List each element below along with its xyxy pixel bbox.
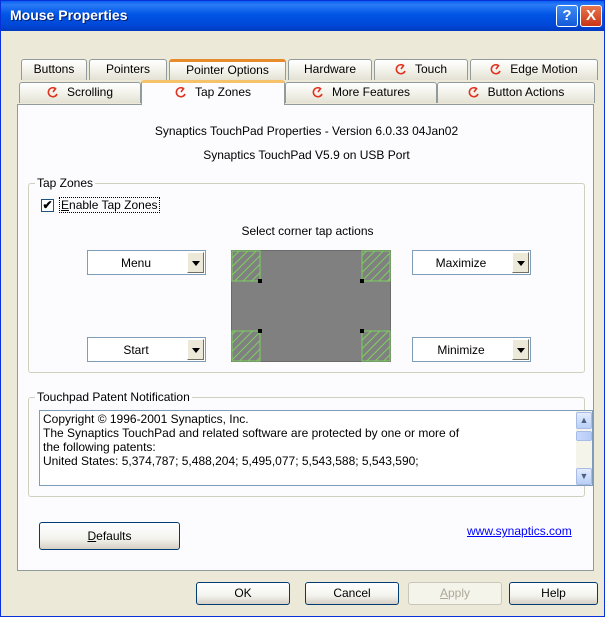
bottom-right-action-select[interactable]: Minimize <box>412 337 531 362</box>
tab-scrolling[interactable]: Scrolling <box>19 82 141 103</box>
dropdown-arrow-icon[interactable] <box>187 339 204 360</box>
synaptics-icon <box>395 63 406 75</box>
zone-handle-tl <box>258 279 262 283</box>
top-left-action-select[interactable]: Menu <box>87 250 206 275</box>
patent-line: The Synaptics TouchPad and related softw… <box>43 426 460 440</box>
patent-scrollbar[interactable]: ▲ ▼ <box>576 410 593 486</box>
apply-mnemonic: A <box>439 586 448 600</box>
synaptics-icon <box>312 86 323 98</box>
bottom-left-action-value: Start <box>123 343 149 357</box>
scroll-up-icon[interactable]: ▲ <box>576 412 592 429</box>
tab-pointer-options[interactable]: Pointer Options <box>169 59 286 80</box>
tab-buttons[interactable]: Buttons <box>21 59 87 80</box>
tab-buttons-label: Buttons <box>33 62 75 76</box>
tab-pointers[interactable]: Pointers <box>89 59 167 80</box>
apply-button[interactable]: Apply <box>408 582 502 605</box>
synaptics-icon <box>468 86 479 98</box>
ok-button[interactable]: OK <box>196 582 290 605</box>
enable-tap-zones-label[interactable]: Enable Tap Zones <box>59 197 160 213</box>
patent-group-label: Touchpad Patent Notification <box>35 390 192 404</box>
enable-label-rest: nable Tap Zones <box>69 198 158 212</box>
tab-edge-motion-label: Edge Motion <box>510 62 578 76</box>
tap-zones-panel: Synaptics TouchPad Properties - Version … <box>17 104 594 571</box>
title-bar[interactable]: Mouse Properties ? X <box>1 1 604 31</box>
bottom-right-zone <box>361 330 391 362</box>
patent-text-box[interactable]: Copyright © 1996-2001 Synaptics, Inc. Th… <box>39 410 577 486</box>
top-left-zone <box>231 250 261 282</box>
top-right-action-select[interactable]: Maximize <box>412 250 531 275</box>
top-right-action-value: Maximize <box>435 256 487 270</box>
tab-tap-zones[interactable]: Tap Zones <box>141 80 285 105</box>
apply-label-rest: pply <box>448 586 471 600</box>
patent-line: the following patents: <box>43 440 156 454</box>
window-title: Mouse Properties <box>10 7 128 23</box>
tab-pointer-options-label: Pointer Options <box>186 63 269 77</box>
enable-mnemonic: E <box>61 198 70 212</box>
patent-group: Touchpad Patent Notification Copyright ©… <box>28 390 593 497</box>
tab-button-actions[interactable]: Button Actions <box>437 82 595 103</box>
defaults-mnemonic: D <box>87 529 97 543</box>
tab-scrolling-label: Scrolling <box>66 85 114 99</box>
help-button[interactable]: ? <box>556 5 578 27</box>
synaptics-icon <box>47 86 58 98</box>
top-left-action-value: Menu <box>120 256 152 270</box>
dropdown-arrow-icon[interactable] <box>187 252 204 273</box>
dropdown-arrow-icon[interactable] <box>512 339 529 360</box>
bottom-left-action-select[interactable]: Start <box>87 337 206 362</box>
mouse-properties-window: Mouse Properties ? X Buttons Pointers Po… <box>0 0 605 617</box>
port-text: Synaptics TouchPad V5.9 on USB Port <box>203 148 410 162</box>
tab-touch[interactable]: Touch <box>374 59 468 80</box>
zone-handle-br <box>360 329 364 333</box>
scroll-thumb[interactable] <box>576 431 592 441</box>
enable-tap-zones-checkbox[interactable]: ✔ <box>41 199 54 212</box>
defaults-button[interactable]: Defaults <box>39 522 180 550</box>
select-corner-label: Select corner tap actions <box>241 224 374 238</box>
synaptics-icon <box>175 86 186 98</box>
tab-edge-motion[interactable]: Edge Motion <box>470 59 598 80</box>
tab-touch-label: Touch <box>414 62 448 76</box>
tab-more-features-label: More Features <box>331 85 411 99</box>
tab-pointers-label: Pointers <box>105 62 151 76</box>
zone-handle-tr <box>360 279 364 283</box>
synaptics-link[interactable]: www.synaptics.com <box>467 524 572 538</box>
synaptics-icon <box>490 63 502 75</box>
version-text: Synaptics TouchPad Properties - Version … <box>154 124 459 138</box>
patent-line: United States: 5,374,787; 5,488,204; 5,4… <box>43 454 419 468</box>
help-dialog-button[interactable]: Help <box>509 582 598 605</box>
patent-line: Copyright © 1996-2001 Synaptics, Inc. <box>43 412 249 426</box>
scroll-down-icon[interactable]: ▼ <box>576 468 592 485</box>
tab-tap-zones-label: Tap Zones <box>194 85 252 99</box>
touchpad-diagram[interactable] <box>231 250 391 362</box>
cancel-button[interactable]: Cancel <box>305 582 399 605</box>
bottom-right-action-value: Minimize <box>437 343 485 357</box>
zone-handle-bl <box>258 329 262 333</box>
top-right-zone <box>361 250 391 282</box>
close-button[interactable]: X <box>580 5 602 27</box>
tap-zones-group-label: Tap Zones <box>35 176 96 190</box>
tab-more-features[interactable]: More Features <box>285 82 437 103</box>
defaults-label-rest: efaults <box>96 529 132 543</box>
tab-hardware-label: Hardware <box>303 62 357 76</box>
dropdown-arrow-icon[interactable] <box>512 252 529 273</box>
tap-zones-group: Tap Zones ✔ Enable Tap Zones Select corn… <box>28 176 585 373</box>
bottom-left-zone <box>231 330 261 362</box>
tab-button-actions-label: Button Actions <box>487 85 565 99</box>
tab-hardware[interactable]: Hardware <box>288 59 372 80</box>
